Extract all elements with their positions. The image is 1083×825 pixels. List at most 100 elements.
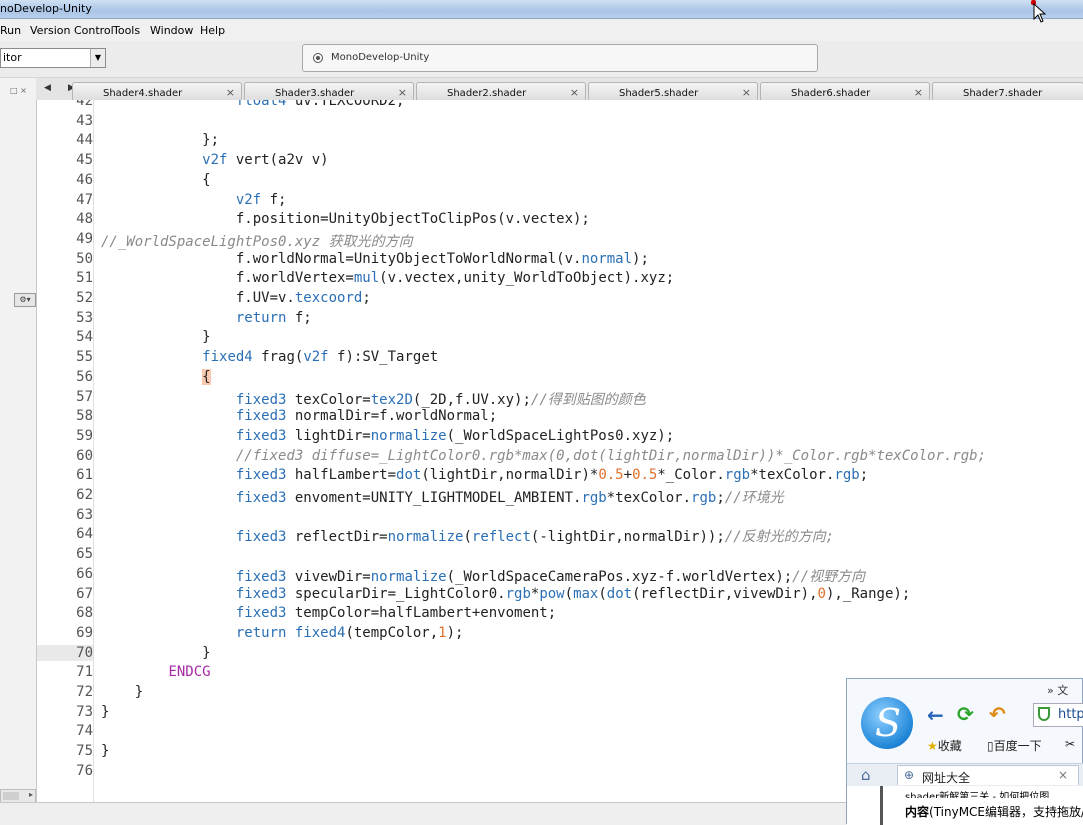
code-line[interactable]: 69 return fixed4(tempColor,1); xyxy=(37,625,1083,645)
code-text: //fixed3 diffuse=_LightColor0.rgb*max(0,… xyxy=(235,447,987,464)
code-line[interactable]: 46 { xyxy=(37,172,1083,192)
code-line[interactable]: 55 fixed4 frag(v2f f):SV_Target xyxy=(37,349,1083,369)
favorites-button[interactable]: ★收藏 xyxy=(927,737,962,754)
baidu-search-button[interactable]: ▯百度一下 xyxy=(987,737,1042,754)
close-icon[interactable]: × xyxy=(1058,768,1068,782)
code-text: //_WorldSpaceLightPos0.xyz 获取光的方向 xyxy=(101,233,413,250)
undo-icon[interactable]: ↶ xyxy=(989,702,1006,726)
code-line[interactable]: 62 fixed3 envoment=UNITY_LIGHTMODEL_AMBI… xyxy=(37,487,1083,507)
browser-more-menu[interactable]: » 文 xyxy=(1047,682,1068,698)
browser-tab[interactable]: ⊕ 网址大全 × xyxy=(897,765,1079,785)
code-text: fixed3 texColor=tex2D(_2D,f.UV.xy);//得到贴… xyxy=(235,391,646,408)
code-line[interactable]: 51 f.worldVertex=mul(v.vectex,unity_Worl… xyxy=(37,270,1083,290)
scroll-right-icon[interactable]: ▸ xyxy=(29,790,33,799)
line-number: 45 xyxy=(76,152,93,169)
code-text: } xyxy=(101,703,110,720)
baidu-label: 百度一下 xyxy=(993,739,1042,753)
code-line[interactable]: 48 f.position=UnityObjectToClipPos(v.vec… xyxy=(37,211,1083,231)
close-icon[interactable]: × xyxy=(742,86,751,99)
code-line[interactable]: 58 fixed3 normalDir=f.worldNormal; xyxy=(37,408,1083,428)
mouse-cursor-icon xyxy=(1033,3,1047,23)
tab-label: Shader4.shader xyxy=(103,88,183,99)
tab-shader4[interactable]: Shader4.shader × xyxy=(72,82,242,100)
close-icon[interactable]: × xyxy=(914,86,923,99)
code-line[interactable]: 57 fixed3 texColor=tex2D(_2D,f.UV.xy);//… xyxy=(37,389,1083,409)
code-line[interactable]: 50 f.worldNormal=UnityObjectToWorldNorma… xyxy=(37,251,1083,271)
menu-help[interactable]: Help xyxy=(200,24,225,37)
line-number: 75 xyxy=(76,743,93,760)
line-number: 42 xyxy=(76,100,93,109)
code-text: float4 uv:TEXCOORD2; xyxy=(235,100,405,109)
code-text: return f; xyxy=(235,309,312,326)
close-icon[interactable]: × xyxy=(226,86,235,99)
refresh-icon[interactable]: ⟳ xyxy=(957,702,974,726)
code-line[interactable]: 44 }; xyxy=(37,132,1083,152)
line-number: 48 xyxy=(76,211,93,228)
code-line[interactable]: 63 xyxy=(37,507,1083,527)
code-text: { xyxy=(101,171,211,188)
chevron-down-icon[interactable]: ▼ xyxy=(90,49,105,67)
address-bar[interactable]: http xyxy=(1033,703,1083,727)
code-line[interactable]: 64 fixed3 reflectDir=normalize(reflect(-… xyxy=(37,526,1083,546)
line-number: 51 xyxy=(76,270,93,287)
browser-tab-title: 网址大全 xyxy=(922,771,971,785)
code-line[interactable]: 56 { xyxy=(37,368,1083,389)
content-top-text: shader新解第三关 - 如何把位图… xyxy=(905,792,1060,798)
code-text: v2f f; xyxy=(235,191,287,208)
code-line[interactable]: 43 xyxy=(37,113,1083,133)
close-icon[interactable]: × xyxy=(570,86,579,99)
close-icon[interactable]: × xyxy=(398,86,407,99)
back-arrow-icon[interactable]: ← xyxy=(927,703,944,727)
line-number: 47 xyxy=(76,191,93,208)
tab-scroll-left-icon[interactable]: ◀ xyxy=(44,83,51,93)
document-tab-bar: ◀ ▶ Shader4.shader × Shader3.shader × Sh… xyxy=(36,78,1083,101)
configuration-select[interactable]: itor ▼ xyxy=(0,48,106,68)
tab-shader6[interactable]: Shader6.shader × xyxy=(760,82,930,100)
code-line[interactable]: 54 } xyxy=(37,329,1083,349)
code-text: f.worldVertex=mul(v.vectex,unity_WorldTo… xyxy=(101,270,675,287)
code-line[interactable]: 59 fixed3 lightDir=normalize(_WorldSpace… xyxy=(37,428,1083,448)
code-line[interactable]: 49 //_WorldSpaceLightPos0.xyz 获取光的方向 xyxy=(37,231,1083,251)
tab-shader5[interactable]: Shader5.shader × xyxy=(588,82,758,100)
code-line[interactable]: 60 //fixed3 diffuse=_LightColor0.rgb*max… xyxy=(37,448,1083,468)
code-text: } xyxy=(101,329,211,346)
toolbar: itor ▼ MonoDevelop-Unity xyxy=(0,41,1083,78)
gear-icon[interactable]: ⚙▾ xyxy=(14,293,36,307)
code-text: f.UV=v.texcoord; xyxy=(101,290,371,306)
code-line[interactable]: 61 fixed3 halfLambert=dot(lightDir,norma… xyxy=(37,467,1083,487)
code-line[interactable]: 47 v2f f; xyxy=(37,192,1083,212)
tab-shader7[interactable]: Shader7.shader xyxy=(932,82,1083,100)
horizontal-scrollbar[interactable]: ▸ xyxy=(0,789,36,803)
code-text: fixed3 vivewDir=normalize(_WorldSpaceCam… xyxy=(235,568,866,585)
browser-window[interactable]: » 文 ← ⟳ ↶ http ★收藏 ▯百度一下 ✂ ⌂ ⊕ 网址大全 × sh… xyxy=(846,678,1083,825)
code-line[interactable]: 52 f.UV=v.texcoord; xyxy=(37,290,1083,310)
tab-shader2[interactable]: Shader2.shader × xyxy=(416,82,586,100)
code-text: f.worldNormal=UnityObjectToWorldNormal(v… xyxy=(101,250,649,267)
code-line[interactable]: 66 fixed3 vivewDir=normalize(_WorldSpace… xyxy=(37,566,1083,586)
scroll-thumb[interactable] xyxy=(3,792,19,800)
menu-run[interactable]: Run xyxy=(0,24,21,37)
home-icon[interactable]: ⌂ xyxy=(861,766,871,784)
content-line: 内容(TinyMCE编辑器，支持拖放/ xyxy=(905,803,1083,820)
menu-tools[interactable]: Tools xyxy=(113,24,140,37)
code-line[interactable]: 42 float4 uv:TEXCOORD2; xyxy=(37,100,1083,113)
favorites-label: 收藏 xyxy=(937,739,962,753)
menu-window[interactable]: Window xyxy=(150,24,193,37)
line-number: 55 xyxy=(76,349,93,366)
tab-shader3[interactable]: Shader3.shader × xyxy=(244,82,414,100)
code-line[interactable]: 67 fixed3 specularDir=_LightColor0.rgb*p… xyxy=(37,586,1083,606)
code-line[interactable]: 45 v2f vert(a2v v) xyxy=(37,152,1083,172)
scissors-icon[interactable]: ✂ xyxy=(1065,737,1075,751)
line-number: 67 xyxy=(76,585,93,602)
code-text: } xyxy=(101,644,211,661)
star-icon: ★ xyxy=(927,739,938,753)
line-number: 62 xyxy=(76,487,93,503)
code-line[interactable]: 68 fixed3 tempColor=halfLambert+envoment… xyxy=(37,605,1083,625)
code-line[interactable]: 53 return f; xyxy=(37,310,1083,330)
line-number: 68 xyxy=(76,605,93,622)
code-line[interactable]: 70 } xyxy=(37,644,1083,665)
code-text: }; xyxy=(101,132,220,149)
menu-version-control[interactable]: Version Control xyxy=(30,24,114,37)
code-line[interactable]: 65 xyxy=(37,546,1083,566)
pad-window-controls-icon[interactable]: □ × xyxy=(10,86,27,95)
